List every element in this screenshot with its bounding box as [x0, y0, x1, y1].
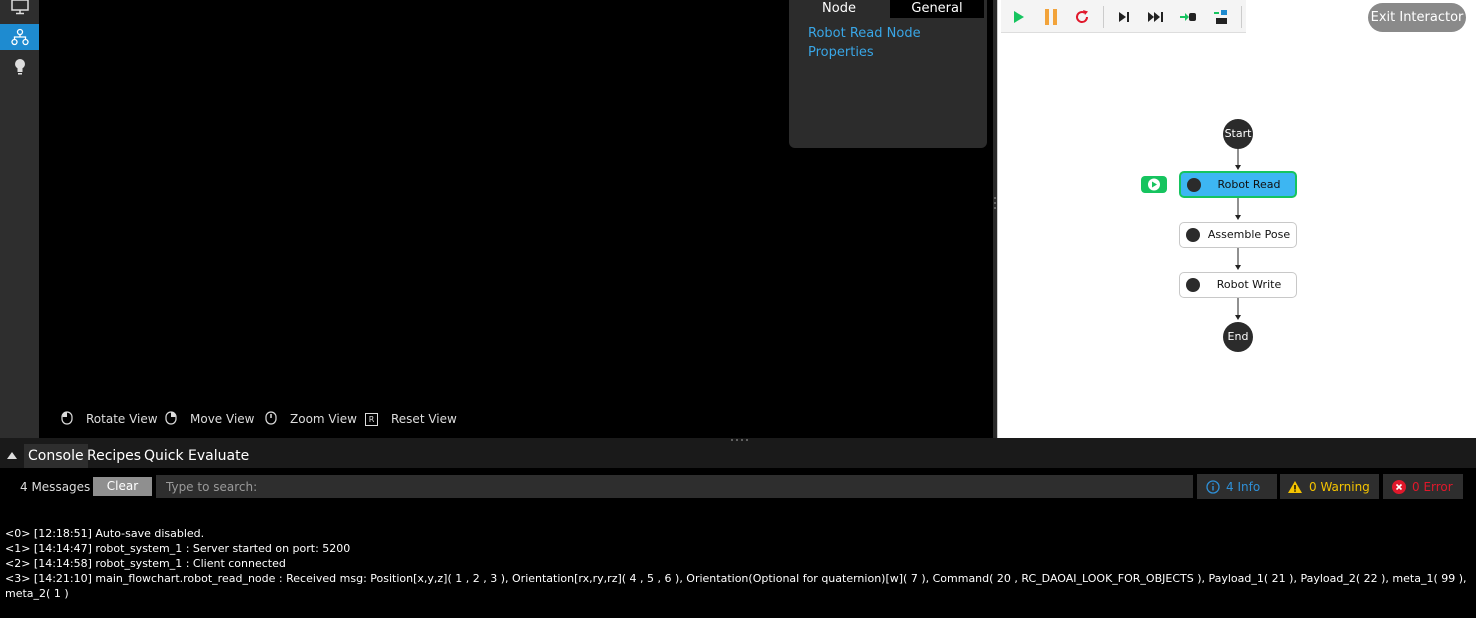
search-input[interactable]: [156, 475, 1193, 498]
tab-quick-evaluate[interactable]: Quick Evaluate: [144, 444, 249, 468]
message-count: 4 Messages: [20, 480, 91, 494]
node-properties-title: Robot Read Node Properties: [808, 26, 921, 60]
fast-forward-icon[interactable]: [1147, 8, 1165, 26]
step-over-icon[interactable]: [1212, 8, 1230, 26]
node-properties-panel: Node General Robot Read Node Properties: [789, 0, 987, 148]
warning-filter-button[interactable]: 0 Warning: [1280, 474, 1379, 499]
robot-node-icon: [1187, 178, 1201, 192]
zoom-view-control[interactable]: Zoom View: [265, 410, 357, 428]
error-count: 0 Error: [1412, 479, 1453, 494]
lightbulb-icon[interactable]: [0, 54, 39, 80]
left-sidebar: [0, 0, 39, 438]
node-label: Robot Write: [1216, 278, 1282, 291]
rotate-view-control[interactable]: Rotate View: [61, 410, 158, 428]
tab-node[interactable]: Node: [789, 0, 889, 18]
flowchart-node-assemble-pose[interactable]: Assemble Pose: [1179, 222, 1297, 248]
error-filter-button[interactable]: 0 Error: [1383, 474, 1463, 499]
play-icon[interactable]: [1010, 8, 1028, 26]
move-view-label: Move View: [190, 412, 255, 426]
console-log: <0> [12:18:51] Auto-save disabled. <1> […: [5, 526, 1471, 601]
flowchart-icon[interactable]: [0, 24, 39, 50]
log-line: <1> [14:14:47] robot_system_1 : Server s…: [5, 542, 351, 555]
monitor-icon[interactable]: [0, 0, 39, 20]
splitter-grip-icon: [731, 439, 748, 441]
warning-icon: [1288, 480, 1302, 493]
rotate-view-label: Rotate View: [86, 412, 158, 426]
node-label: Robot Read: [1217, 178, 1281, 191]
info-count: 4 Info: [1226, 479, 1261, 494]
mouse-left-icon: [61, 410, 73, 428]
clear-button[interactable]: Clear: [93, 477, 152, 496]
pause-icon[interactable]: [1042, 8, 1060, 26]
reset-view-label: Reset View: [391, 412, 457, 426]
flowchart-toolbar: [1001, 0, 1246, 33]
step-icon[interactable]: [1115, 8, 1133, 26]
log-line: <2> [14:14:58] robot_system_1 : Client c…: [5, 557, 286, 570]
robot-node-icon: [1186, 278, 1200, 292]
warning-count: 0 Warning: [1309, 479, 1370, 494]
exit-interactor-button[interactable]: Exit Interactor: [1368, 3, 1466, 32]
mouse-wheel-icon: [265, 410, 277, 428]
toolbar-separator: [1241, 6, 1242, 28]
step-into-icon[interactable]: [1179, 8, 1197, 26]
zoom-view-label: Zoom View: [290, 412, 357, 426]
bottom-tab-bar: Console Recipes Quick Evaluate: [0, 444, 1476, 468]
pose-node-icon: [1186, 228, 1200, 242]
info-icon: [1206, 479, 1220, 494]
toolbar-separator: [1103, 6, 1104, 28]
collapse-arrow-icon[interactable]: [6, 450, 18, 460]
tab-console[interactable]: Console: [24, 444, 88, 468]
running-indicator-icon: [1141, 176, 1167, 193]
node-label: Assemble Pose: [1207, 228, 1291, 241]
reset-view-control[interactable]: R Reset View: [365, 410, 457, 428]
flowchart-start-node[interactable]: Start: [1223, 119, 1253, 149]
flowchart-end-node[interactable]: End: [1223, 322, 1253, 352]
key-r-icon: R: [365, 412, 378, 426]
flowchart-node-robot-read[interactable]: Robot Read: [1179, 171, 1297, 198]
log-line: <3> [14:21:10] main_flowchart.robot_read…: [5, 572, 1467, 600]
restart-icon[interactable]: [1073, 8, 1091, 26]
tab-general[interactable]: General: [890, 0, 984, 18]
info-filter-button[interactable]: 4 Info: [1197, 474, 1277, 499]
move-view-control[interactable]: Move View: [165, 410, 254, 428]
log-line: <0> [12:18:51] Auto-save disabled.: [5, 527, 205, 540]
mouse-right-icon: [165, 410, 177, 428]
tab-recipes[interactable]: Recipes: [87, 444, 141, 468]
error-icon: [1392, 479, 1406, 494]
flowchart-node-robot-write[interactable]: Robot Write: [1179, 272, 1297, 298]
